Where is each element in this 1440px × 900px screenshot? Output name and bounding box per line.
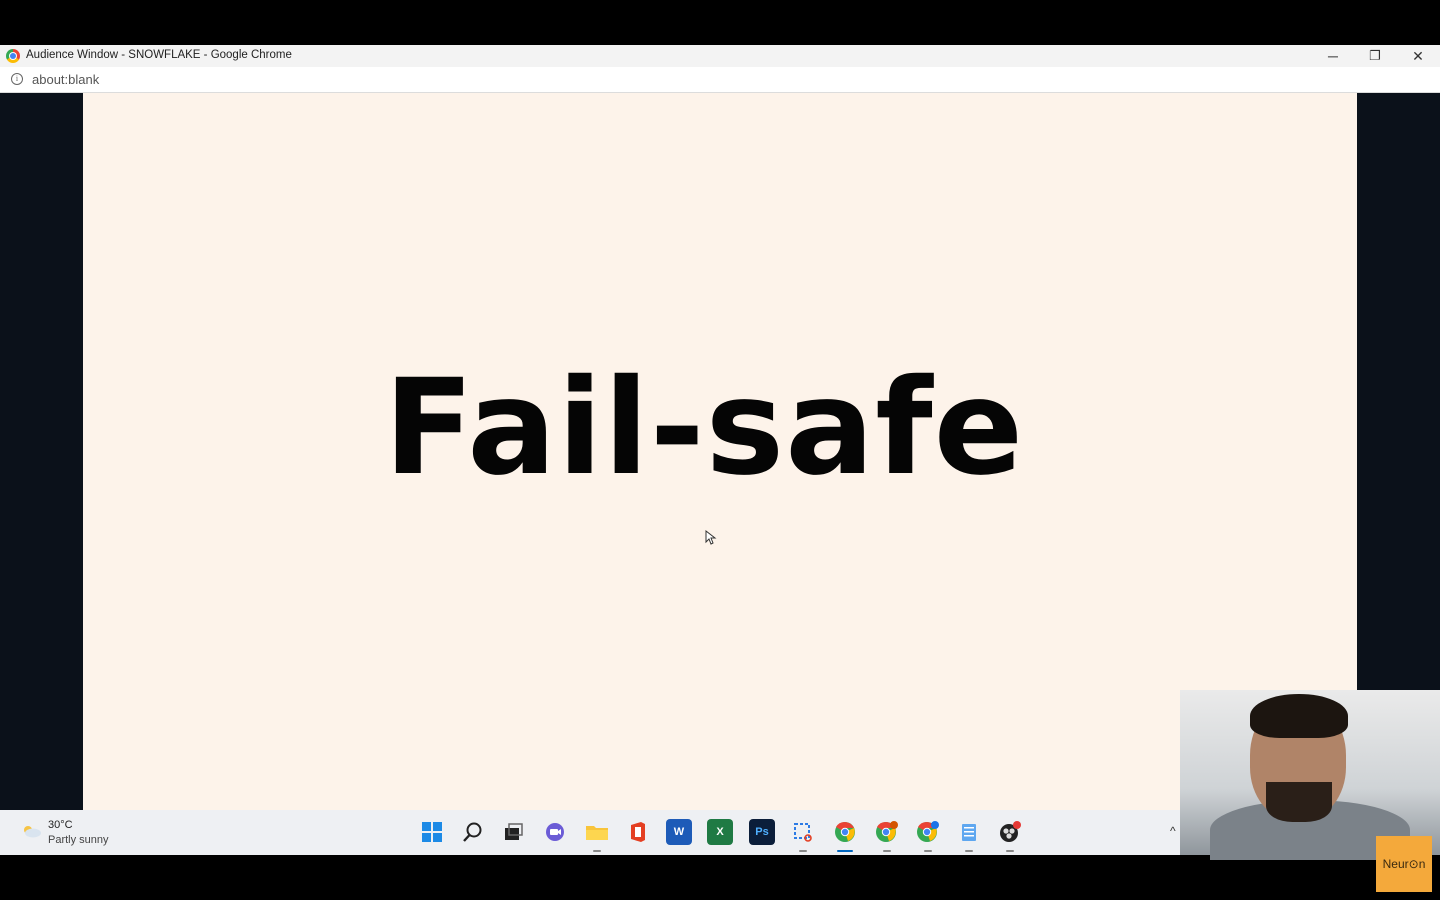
snipping-tool-icon[interactable] [790,819,816,852]
webcam-overlay [1180,690,1440,860]
slide-headline: Fail-safe [383,351,1025,505]
presenter-hair [1250,694,1348,738]
excel-icon[interactable]: X [707,819,733,845]
notepad-icon[interactable] [956,819,982,852]
chrome-icon[interactable] [832,819,858,852]
partly-sunny-icon [24,826,41,838]
windows-start-icon[interactable] [419,819,445,845]
tray-overflow-chevron-icon[interactable]: ^ [1170,824,1176,838]
word-icon[interactable]: W [666,819,692,845]
restore-button[interactable]: ❐ [1353,45,1397,67]
obs-icon[interactable] [997,819,1023,852]
photoshop-icon[interactable]: Ps [749,819,775,845]
browser-title-bar: Audience Window - SNOWFLAKE - Google Chr… [0,45,1440,67]
file-explorer-icon[interactable] [584,819,610,852]
task-view-icon[interactable] [500,819,526,845]
chrome-icon [6,49,20,63]
weather-temperature[interactable]: 30°C [48,819,73,831]
presentation-slide: Fail-safe [83,93,1357,810]
close-button[interactable]: ✕ [1396,45,1440,67]
presenter-beard [1266,782,1332,822]
window-title: Audience Window - SNOWFLAKE - Google Chr… [26,49,292,61]
info-icon[interactable]: i [11,73,23,85]
screen-bottom-bar [0,855,1440,900]
neuron-logo-badge: Neur⊙n [1376,836,1432,892]
letterbox-left [0,93,83,810]
search-icon[interactable] [460,819,486,845]
minimize-button[interactable]: ─ [1311,45,1355,67]
address-bar[interactable]: i about:blank [0,67,1440,93]
mouse-cursor-icon [705,529,717,545]
office-icon[interactable] [625,819,651,845]
chrome-profile-3-icon[interactable] [915,819,941,852]
weather-description[interactable]: Partly sunny [48,834,109,846]
url-text[interactable]: about:blank [32,72,99,87]
chrome-profile-2-icon[interactable] [874,819,900,852]
teams-chat-icon[interactable] [542,819,568,845]
